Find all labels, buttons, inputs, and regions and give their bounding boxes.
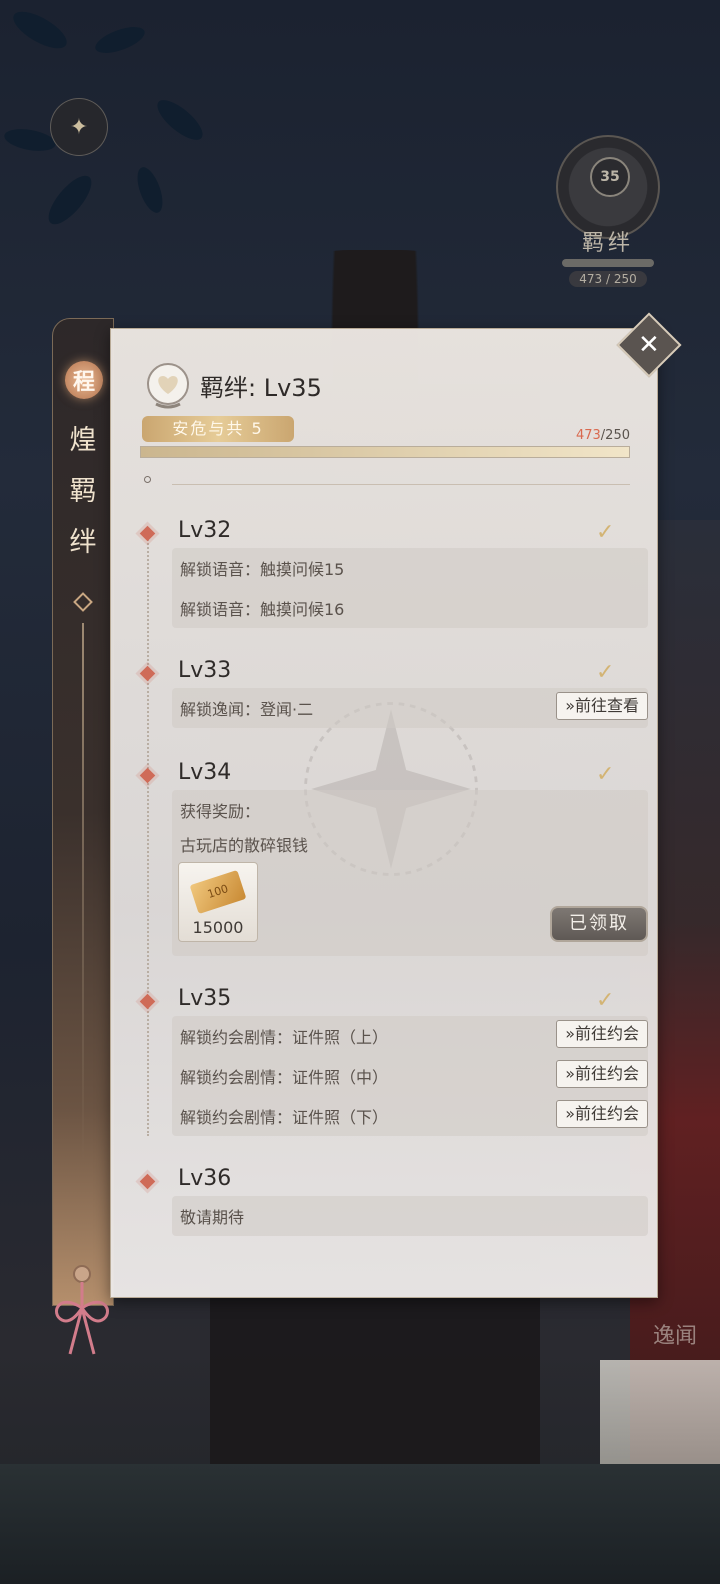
progress-fill <box>141 447 629 457</box>
badge-progress-bar <box>562 259 654 267</box>
level-content: 敬请期待 <box>172 1196 648 1236</box>
row-text: 解锁约会剧情：证件照（上） <box>180 1028 389 1047</box>
row-text: 古玩店的散碎银钱 <box>180 836 309 855</box>
list-item: 解锁约会剧情：证件照（下） »前往约会 <box>172 1096 648 1136</box>
check-icon: ✓ <box>596 988 615 1013</box>
view-anecdote-button[interactable]: »前往查看 <box>556 692 648 720</box>
level-label: Lv33 <box>178 658 232 683</box>
row-text: 解锁语音：触摸问候16 <box>180 600 345 619</box>
side-title-char: 绊 <box>69 527 97 558</box>
diamond-ornament-icon <box>73 592 93 612</box>
list-item: 敬请期待 <box>172 1196 648 1236</box>
check-icon: ✓ <box>596 762 615 787</box>
row-text: 获得奖励： <box>180 802 261 821</box>
side-title-char: 羁 <box>69 476 97 507</box>
timeline-dots <box>147 536 149 1136</box>
bond-heart-icon <box>147 363 189 409</box>
list-item: 解锁约会剧情：证件照（中） »前往约会 <box>172 1056 648 1096</box>
level-label: Lv36 <box>178 1166 232 1191</box>
level-content: 解锁约会剧情：证件照（上） »前往约会 解锁约会剧情：证件照（中） »前往约会 … <box>172 1016 648 1136</box>
badge-circle: 35 羁绊 <box>556 135 660 256</box>
ribbon-knot-icon <box>55 1265 109 1355</box>
list-item: 获得奖励： <box>172 790 648 824</box>
leaves-decoration <box>4 11 203 225</box>
level-content: 解锁逸闻：登闻·二 »前往查看 <box>172 688 648 728</box>
bond-title: 羁绊: Lv35 <box>200 368 322 403</box>
side-divider-line <box>82 623 84 1163</box>
level-label: Lv32 <box>178 518 232 543</box>
level-label: Lv34 <box>178 760 232 785</box>
list-item: 解锁语音：触摸问候15 <box>172 548 648 588</box>
check-icon: ✓ <box>596 520 615 545</box>
list-item: 解锁语音：触摸问候16 <box>172 588 648 628</box>
row-text: 敬请期待 <box>180 1208 245 1227</box>
go-date-button[interactable]: »前往约会 <box>556 1100 648 1128</box>
bond-level: Lv35 <box>263 374 322 402</box>
check-icon: ✓ <box>596 660 615 685</box>
row-text: 解锁语音：触摸问候15 <box>180 560 345 579</box>
seal-icon: 程 <box>65 361 103 399</box>
progress-max: /250 <box>600 428 630 443</box>
nav-item-anecdote[interactable]: 逸闻 <box>640 1318 710 1350</box>
side-category-tab[interactable]: 程 煌 羁 绊 <box>52 318 114 1306</box>
progress-current: 473 <box>575 428 601 443</box>
level-content: 获得奖励： 古玩店的散碎银钱 100 15000 已领取 <box>172 790 648 956</box>
row-text: 解锁逸闻：登闻·二 <box>180 700 314 719</box>
claimed-button[interactable]: 已领取 <box>550 906 648 942</box>
back-arrow-icon[interactable]: ✦ <box>50 98 108 156</box>
reward-quantity: 15000 <box>192 918 244 937</box>
nav-item-label: 逸闻 <box>652 1324 697 1349</box>
bond-label: 羁绊 <box>200 374 248 402</box>
level-content: 解锁语音：触摸问候15 解锁语音：触摸问候16 <box>172 548 648 628</box>
silver-ticket-icon: 100 <box>189 870 247 914</box>
list-item: 古玩店的散碎银钱 <box>172 824 648 858</box>
level-label: Lv35 <box>178 986 232 1011</box>
badge-level: 35 <box>600 169 620 185</box>
header-divider <box>172 484 630 485</box>
reward-item[interactable]: 100 15000 <box>178 862 258 942</box>
stage-badge: 安危与共 5 <box>142 416 294 442</box>
go-date-button[interactable]: »前往约会 <box>556 1020 648 1048</box>
list-item: 解锁逸闻：登闻·二 »前往查看 <box>172 688 648 728</box>
heart-icon: 35 <box>590 157 630 197</box>
timeline-start-dot <box>144 476 151 483</box>
row-text: 解锁约会剧情：证件照（中） <box>180 1068 389 1087</box>
badge-value: 473 / 250 <box>569 271 647 287</box>
side-title-char: 煌 <box>69 425 97 456</box>
bond-level-badge[interactable]: 35 羁绊 473 / 250 <box>553 135 663 287</box>
row-text: 解锁约会剧情：证件照（下） <box>180 1108 389 1127</box>
badge-name: 羁绊 <box>581 231 634 256</box>
list-item: 解锁约会剧情：证件照（上） »前往约会 <box>172 1016 648 1056</box>
go-date-button[interactable]: »前往约会 <box>556 1060 648 1088</box>
side-tab-title: 煌 羁 绊 <box>53 415 113 568</box>
bond-separator: : <box>248 374 257 402</box>
ground-background <box>0 1464 720 1584</box>
progress-value: 473/250 <box>560 428 630 443</box>
close-icon: ✕ <box>638 329 660 360</box>
progress-bar <box>140 446 630 458</box>
